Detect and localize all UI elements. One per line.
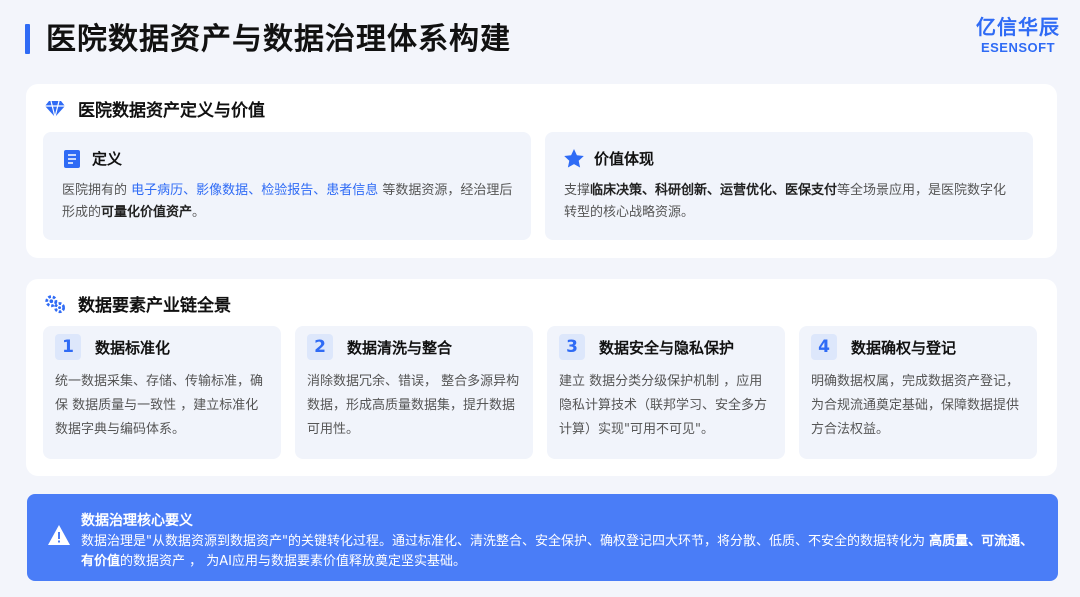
diamond-icon: [44, 98, 66, 120]
bold-text: 临床决策、科研创新、运营优化、医保支付: [590, 183, 838, 198]
warning-icon: [47, 524, 71, 546]
card-body: 建立 数据分类分级保护机制 ，应用隐私计算技术（联邦学习、安全多方计算）实现"可…: [559, 374, 768, 437]
step-number-badge: 1: [55, 334, 81, 360]
text-segment: 数据治理是"从数据资源到数据资产"的关键转化过程。通过标准化、清洗整合、安全保护…: [81, 534, 930, 549]
text-separator: 、: [183, 183, 197, 198]
chain-card-cleansing: 2 数据清洗与整合 消除数据冗余、错误， 整合多源异构数据，形成高质量数据集，提…: [295, 326, 533, 459]
step-number-badge: 2: [307, 334, 333, 360]
card-body: 统一数据采集、存储、传输标准，确保 数据质量与一致性 ，建立标准化数据字典与编码…: [55, 374, 264, 437]
title-accent-bar: [25, 24, 30, 54]
keyword-emr: 电子病历: [131, 183, 184, 198]
core-summary-box: 数据治理核心要义 数据治理是"从数据资源到数据资产"的关键转化过程。通过标准化、…: [27, 494, 1058, 581]
card-title: 数据标准化: [95, 338, 171, 357]
text-segment: 支撑: [564, 183, 591, 198]
text-separator: 、: [313, 183, 327, 198]
card-body: 明确数据权属，完成数据资产登记，为合规流通奠定基础，保障数据提供方合法权益。: [811, 374, 1020, 437]
brand-name-en: ESENSOFT: [980, 40, 1056, 55]
star-icon: [564, 149, 584, 169]
card-header: 价值体现: [564, 148, 654, 169]
data-chain-panel: 数据要素产业链全景 1 数据标准化 统一数据采集、存储、传输标准，确保 数据质量…: [26, 279, 1057, 476]
gears-icon: [44, 293, 66, 315]
card-header: 2 数据清洗与整合: [307, 334, 452, 360]
brand-name-cn: 亿信华辰: [976, 17, 1060, 39]
card-title: 价值体现: [594, 150, 655, 168]
chain-card-ownership: 4 数据确权与登记 明确数据权属，完成数据资产登记，为合规流通奠定基础，保障数据…: [799, 326, 1037, 459]
document-icon: [62, 149, 82, 169]
card-title: 数据确权与登记: [851, 338, 957, 357]
text-segment: 的数据资产 ， 为AI应用与数据要素价值释放奠定坚实基础。: [120, 554, 467, 569]
section-header: 数据要素产业链全景: [44, 291, 231, 316]
step-number-badge: 4: [811, 334, 837, 360]
core-title: 数据治理核心要义: [81, 513, 193, 529]
page-title: 医院数据资产与数据治理体系构建: [46, 22, 511, 57]
card-title: 数据清洗与整合: [347, 338, 453, 357]
text-segment: 医院拥有的: [62, 183, 132, 198]
section-title: 数据要素产业链全景: [78, 296, 231, 316]
text-separator: 、: [248, 183, 262, 198]
card-title: 数据安全与隐私保护: [599, 338, 735, 357]
card-body: 消除数据冗余、错误， 整合多源异构数据，形成高质量数据集，提升数据可用性。: [307, 374, 520, 437]
value-text: 支撑临床决策、科研创新、运营优化、医保支付等全场景应用，是医院数字化转型的核心战…: [564, 180, 1017, 224]
card-header: 1 数据标准化: [55, 334, 170, 360]
brand-logo: 亿信华辰 ESENSOFT: [976, 16, 1060, 56]
definition-text: 医院拥有的 电子病历、影像数据、检验报告、患者信息 等数据资源，经治理后形成的可…: [62, 180, 515, 224]
section-header: 医院数据资产定义与价值: [44, 96, 265, 121]
card-header: 4 数据确权与登记: [811, 334, 956, 360]
value-card: 价值体现 支撑临床决策、科研创新、运营优化、医保支付等全场景应用，是医院数字化转…: [545, 132, 1033, 240]
bold-text: 可量化价值资产: [101, 205, 193, 220]
keyword-imaging: 影像数据: [196, 183, 249, 198]
section-title: 医院数据资产定义与价值: [78, 101, 265, 121]
keyword-lab-report: 检验报告: [261, 183, 314, 198]
text-segment: 。: [192, 205, 206, 220]
definition-card: 定义 医院拥有的 电子病历、影像数据、检验报告、患者信息 等数据资源，经治理后形…: [43, 132, 531, 240]
core-text: 数据治理是"从数据资源到数据资产"的关键转化过程。通过标准化、清洗整合、安全保护…: [81, 532, 1040, 572]
chain-card-standardization: 1 数据标准化 统一数据采集、存储、传输标准，确保 数据质量与一致性 ，建立标准…: [43, 326, 281, 459]
step-number-badge: 3: [559, 334, 585, 360]
card-header: 定义: [62, 148, 122, 169]
card-title: 定义: [92, 150, 123, 168]
keyword-patient-info: 患者信息: [326, 183, 379, 198]
card-header: 3 数据安全与隐私保护: [559, 334, 734, 360]
chain-card-security: 3 数据安全与隐私保护 建立 数据分类分级保护机制 ，应用隐私计算技术（联邦学习…: [547, 326, 785, 459]
asset-definition-panel: 医院数据资产定义与价值 定义 医院拥有的 电子病历、影像数据、检验报告、患者信息…: [26, 84, 1057, 258]
